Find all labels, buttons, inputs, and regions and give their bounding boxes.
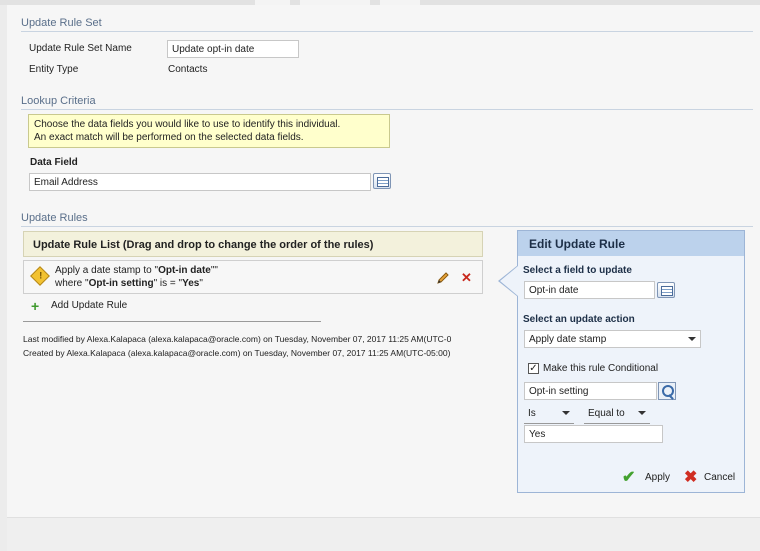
rule-condition-field: Opt-in setting	[88, 278, 154, 289]
rule-text: " is = "	[153, 278, 183, 289]
rule-text: ""	[210, 265, 218, 276]
chevron-down-icon	[688, 337, 696, 341]
lookup-hint-line1: Choose the data fields you would like to…	[34, 119, 341, 130]
panel-pointer-inner	[500, 266, 518, 296]
pencil-icon[interactable]	[436, 271, 450, 285]
update-action-value: Apply date stamp	[529, 334, 607, 345]
rule-text: where "	[55, 278, 89, 289]
select-action-label: Select an update action	[523, 314, 635, 325]
rule-set-name-label: Update Rule Set Name	[29, 43, 132, 54]
footer	[7, 517, 760, 551]
entity-type-label: Entity Type	[29, 64, 79, 75]
rule-condition-value: Yes	[182, 278, 200, 289]
cancel-x-icon: ✖	[684, 469, 698, 486]
rule-description-line2: where "Opt-in setting" is = "Yes"	[55, 278, 203, 289]
condition-operator-select[interactable]: Is	[524, 405, 574, 423]
field-to-update-input[interactable]: Opt-in date	[524, 281, 655, 299]
plus-icon: +	[31, 298, 40, 314]
condition-operator-value: Is	[528, 408, 536, 419]
rule-description-line1: Apply a date stamp to "Opt-in date""	[55, 265, 218, 276]
comparison-select[interactable]: Equal to	[584, 405, 650, 423]
comparison-underline	[584, 423, 650, 424]
update-action-select[interactable]: Apply date stamp	[524, 330, 701, 348]
condition-field-input[interactable]: Opt-in setting	[524, 382, 657, 400]
lookup-criteria-title: Lookup Criteria	[21, 95, 753, 110]
condition-value-input[interactable]: Yes	[524, 425, 663, 443]
chevron-down-icon	[638, 411, 646, 415]
operator-underline	[524, 423, 574, 424]
add-update-rule-label: Add Update Rule	[51, 300, 128, 311]
edit-panel-title: Edit Update Rule	[518, 231, 744, 256]
lookup-hint: Choose the data fields you would like to…	[28, 114, 390, 148]
conditional-label: Make this rule Conditional	[543, 363, 659, 374]
edit-update-rule-panel: Edit Update Rule Select a field to updat…	[517, 230, 745, 493]
divider	[23, 321, 321, 322]
cancel-label: Cancel	[704, 472, 736, 483]
data-field-input[interactable]: Email Address	[29, 173, 371, 191]
conditional-checkbox[interactable]: ✓	[528, 363, 539, 374]
warning-icon: !	[30, 266, 50, 286]
update-rule-item[interactable]: ! Apply a date stamp to "Opt-in date"" w…	[23, 260, 483, 294]
apply-label: Apply	[645, 472, 671, 483]
select-field-label: Select a field to update	[523, 265, 632, 276]
comparison-value: Equal to	[588, 408, 625, 419]
rule-text: "	[199, 278, 203, 289]
update-rule-list-header: Update Rule List (Drag and drop to chang…	[23, 231, 483, 257]
entity-type-value: Contacts	[168, 64, 208, 75]
update-rules-title: Update Rules	[21, 212, 753, 227]
last-modified-text: Last modified by Alexa.Kalapaca (alexa.k…	[23, 334, 452, 344]
field-picker-icon[interactable]	[373, 173, 391, 189]
rule-text: Apply a date stamp to "	[55, 265, 159, 276]
delete-x-icon[interactable]: ✕	[461, 270, 472, 286]
search-icon[interactable]	[658, 382, 676, 400]
rule-set-name-input[interactable]: Update opt-in date	[167, 40, 299, 58]
field-picker-icon[interactable]	[657, 282, 675, 298]
chevron-down-icon	[562, 411, 570, 415]
data-field-label: Data Field	[30, 157, 78, 168]
rule-target-field: Opt-in date	[158, 265, 211, 276]
update-rule-set-title: Update Rule Set	[21, 17, 753, 32]
checkmark-icon: ✔	[622, 469, 636, 486]
lookup-hint-line2: An exact match will be performed on the …	[34, 132, 304, 143]
created-text: Created by Alexa.Kalapaca (alexa.kalapac…	[23, 348, 451, 358]
